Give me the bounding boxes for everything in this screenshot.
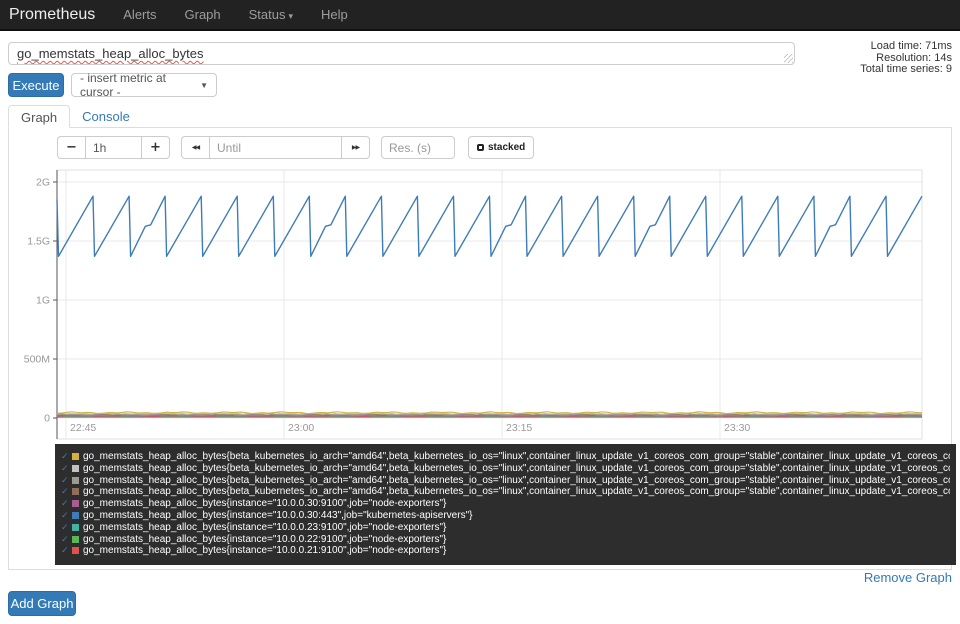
check-icon: ✓ bbox=[61, 486, 72, 498]
legend-item[interactable]: ✓ go_memstats_heap_alloc_bytes{instance="… bbox=[61, 545, 950, 557]
svg-text:23:15: 23:15 bbox=[506, 422, 532, 434]
svg-text:1.5G: 1.5G bbox=[27, 236, 50, 248]
range-decrease-button[interactable]: − bbox=[57, 136, 85, 159]
time-forward-button[interactable]: ▶▶ bbox=[342, 136, 370, 159]
legend-item[interactable]: ✓ go_memstats_heap_alloc_bytes{instance="… bbox=[61, 522, 950, 534]
prometheus-app: Prometheus Alerts Graph Status▾ Help go_… bbox=[0, 0, 960, 624]
svg-text:500M: 500M bbox=[24, 354, 50, 366]
stacked-label: stacked bbox=[488, 142, 525, 153]
load-time: Load time: 71ms bbox=[732, 41, 952, 53]
query-input[interactable]: go_memstats_heap_alloc_bytes bbox=[8, 42, 795, 65]
remove-graph-link[interactable]: Remove Graph bbox=[864, 570, 952, 585]
time-back-button[interactable]: ◀◀ bbox=[181, 136, 209, 159]
total-time-series: Total time series: 9 bbox=[732, 64, 952, 76]
series-color-swatch bbox=[72, 488, 79, 495]
navbar: Prometheus Alerts Graph Status▾ Help bbox=[0, 0, 960, 31]
legend-item[interactable]: ✓ go_memstats_heap_alloc_bytes{beta_kuber… bbox=[61, 451, 950, 463]
series-color-swatch bbox=[72, 500, 79, 507]
series-label: go_memstats_heap_alloc_bytes{instance="1… bbox=[83, 498, 446, 509]
legend: ✓ go_memstats_heap_alloc_bytes{beta_kuber… bbox=[55, 444, 956, 565]
series-label: go_memstats_heap_alloc_bytes{instance="1… bbox=[83, 534, 446, 545]
series-color-swatch bbox=[72, 465, 79, 472]
checkbox-icon bbox=[477, 144, 484, 151]
check-icon: ✓ bbox=[61, 463, 72, 475]
series-label: go_memstats_heap_alloc_bytes{beta_kubern… bbox=[83, 451, 950, 462]
graph-panel: − + ◀◀ ▶▶ stacked 22:45 23:00 23:15 23:30 0 5… bbox=[8, 128, 952, 570]
check-icon: ✓ bbox=[61, 522, 72, 534]
graph-controls: − + ◀◀ ▶▶ stacked bbox=[57, 136, 534, 159]
check-icon: ✓ bbox=[61, 545, 72, 557]
stacked-toggle[interactable]: stacked bbox=[468, 136, 534, 159]
series-color-swatch bbox=[72, 512, 79, 519]
series-label: go_memstats_heap_alloc_bytes{instance="1… bbox=[83, 510, 472, 521]
brand-logo[interactable]: Prometheus bbox=[0, 6, 109, 24]
query-stats: Load time: 71ms Resolution: 14s Total ti… bbox=[732, 41, 952, 76]
nav-item-alerts[interactable]: Alerts bbox=[109, 7, 170, 22]
check-icon: ✓ bbox=[61, 451, 72, 463]
metric-select-value: - insert metric at cursor - bbox=[80, 71, 200, 99]
range-input[interactable] bbox=[85, 136, 142, 159]
check-icon: ✓ bbox=[61, 475, 72, 487]
graph-canvas[interactable]: 22:45 23:00 23:15 23:30 0 500M 1G 1.5G 2G bbox=[9, 168, 951, 444]
tab-graph[interactable]: Graph bbox=[8, 105, 70, 128]
legend-item[interactable]: ✓ go_memstats_heap_alloc_bytes{beta_kuber… bbox=[61, 463, 950, 475]
series-color-swatch bbox=[72, 477, 79, 484]
nav-item-status-label: Status bbox=[249, 7, 286, 22]
series-label: go_memstats_heap_alloc_bytes{beta_kubern… bbox=[83, 486, 950, 497]
svg-text:1G: 1G bbox=[36, 295, 50, 307]
range-control-group: − + bbox=[57, 136, 170, 159]
caret-down-icon: ▾ bbox=[289, 11, 294, 21]
time-control-group: ◀◀ ▶▶ bbox=[181, 136, 370, 159]
nav-item-status[interactable]: Status▾ bbox=[235, 7, 307, 22]
tab-console[interactable]: Console bbox=[70, 105, 142, 127]
nav-item-graph[interactable]: Graph bbox=[171, 7, 235, 22]
series-color-swatch bbox=[72, 547, 79, 554]
add-graph-button[interactable]: Add Graph bbox=[8, 591, 76, 616]
until-input[interactable] bbox=[209, 136, 342, 159]
execute-button[interactable]: Execute bbox=[8, 73, 64, 97]
series-label: go_memstats_heap_alloc_bytes{instance="1… bbox=[83, 545, 446, 556]
range-increase-button[interactable]: + bbox=[142, 136, 170, 159]
series-color-swatch bbox=[72, 453, 79, 460]
select-caret-icon: ▼ bbox=[200, 81, 208, 90]
legend-item[interactable]: ✓ go_memstats_heap_alloc_bytes{instance="… bbox=[61, 534, 950, 546]
series-label: go_memstats_heap_alloc_bytes{beta_kubern… bbox=[83, 475, 950, 486]
resolution-input[interactable] bbox=[381, 136, 455, 159]
svg-text:2G: 2G bbox=[36, 177, 50, 189]
legend-item[interactable]: ✓ go_memstats_heap_alloc_bytes{beta_kuber… bbox=[61, 475, 950, 487]
metric-select[interactable]: - insert metric at cursor - ▼ bbox=[71, 73, 217, 97]
svg-text:23:00: 23:00 bbox=[288, 422, 314, 434]
tab-bar: Graph Console bbox=[8, 105, 952, 128]
check-icon: ✓ bbox=[61, 498, 72, 510]
legend-item[interactable]: ✓ go_memstats_heap_alloc_bytes{instance="… bbox=[61, 510, 950, 522]
svg-text:0: 0 bbox=[44, 413, 50, 425]
svg-text:22:45: 22:45 bbox=[70, 422, 96, 434]
legend-item[interactable]: ✓ go_memstats_heap_alloc_bytes{beta_kuber… bbox=[61, 486, 950, 498]
series-label: go_memstats_heap_alloc_bytes{instance="1… bbox=[83, 522, 446, 533]
series-label: go_memstats_heap_alloc_bytes{beta_kubern… bbox=[83, 463, 950, 474]
legend-item[interactable]: ✓ go_memstats_heap_alloc_bytes{instance="… bbox=[61, 498, 950, 510]
series-color-swatch bbox=[72, 524, 79, 531]
query-text: go_memstats_heap_alloc_bytes bbox=[17, 46, 203, 61]
series-color-swatch bbox=[72, 536, 79, 543]
svg-text:23:30: 23:30 bbox=[724, 422, 750, 434]
check-icon: ✓ bbox=[61, 534, 72, 546]
nav-item-help[interactable]: Help bbox=[307, 7, 362, 22]
check-icon: ✓ bbox=[61, 510, 72, 522]
